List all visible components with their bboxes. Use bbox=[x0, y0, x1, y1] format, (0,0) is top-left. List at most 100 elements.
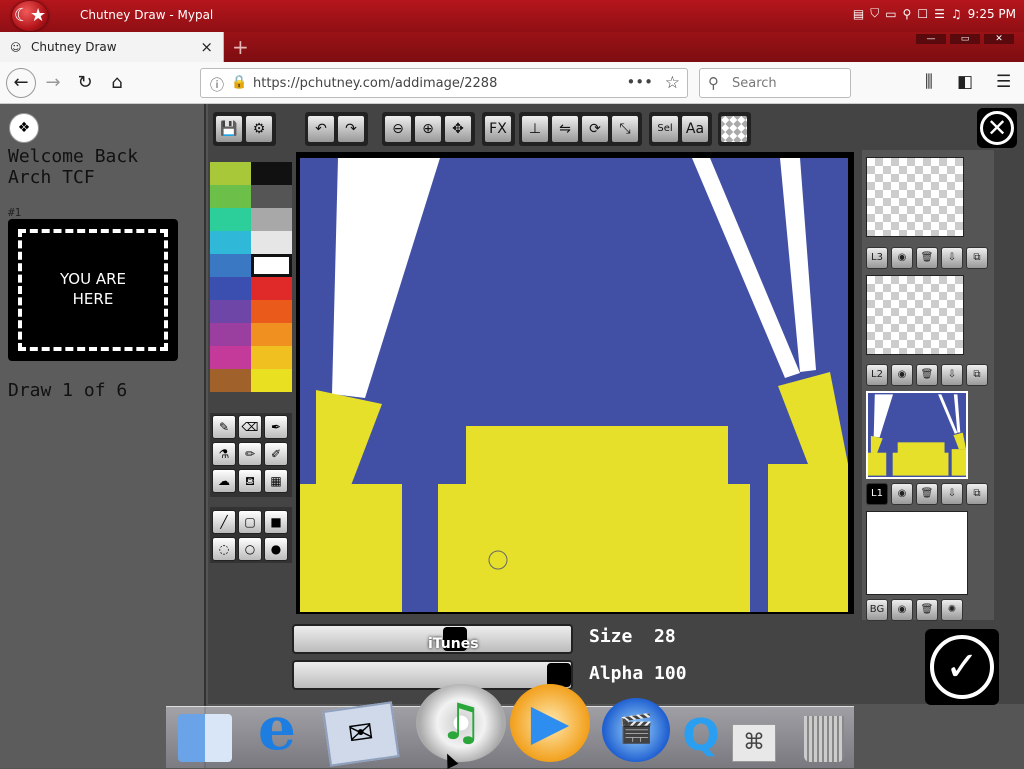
color-swatch[interactable] bbox=[251, 346, 292, 369]
new-tab-button[interactable]: + bbox=[232, 35, 249, 59]
delete-trash-icon[interactable]: 🗑 bbox=[916, 364, 938, 386]
redo-icon[interactable]: ↷ bbox=[337, 115, 365, 143]
layer-2-label[interactable]: L2 bbox=[866, 364, 888, 386]
color-swatch[interactable] bbox=[210, 369, 251, 392]
color-swatch[interactable] bbox=[251, 185, 292, 208]
layer-1-thumbnail[interactable] bbox=[866, 391, 968, 479]
menu-tray-icon[interactable]: ☰ bbox=[934, 7, 945, 21]
visibility-eye-icon[interactable]: ◉ bbox=[891, 247, 913, 269]
finder-icon[interactable] bbox=[178, 714, 232, 762]
merge-layer-icon[interactable]: ⧉ bbox=[966, 483, 988, 505]
submit-drawing-button[interactable]: ✓ bbox=[925, 629, 999, 705]
close-drawing-button[interactable]: ✕ bbox=[977, 108, 1017, 148]
dvd-player-icon[interactable]: 🎬 bbox=[602, 698, 670, 762]
color-swatch[interactable] bbox=[210, 162, 251, 185]
info-icon[interactable]: ⓘ bbox=[210, 75, 224, 95]
fill-bucket-icon[interactable]: ⛾ bbox=[238, 469, 262, 493]
color-swatch[interactable] bbox=[251, 369, 292, 392]
trash-icon[interactable] bbox=[804, 716, 844, 762]
color-swatch[interactable] bbox=[210, 300, 251, 323]
minimize-button[interactable]: — bbox=[916, 34, 946, 44]
visibility-eye-icon[interactable]: ◉ bbox=[891, 483, 913, 505]
page-actions-icon[interactable]: ••• bbox=[626, 73, 653, 91]
keyboard-icon[interactable]: ▤ bbox=[853, 7, 864, 21]
alpha-slider[interactable] bbox=[292, 660, 573, 690]
smudge-tool-icon[interactable]: ☁ bbox=[212, 469, 236, 493]
color-swatch[interactable] bbox=[210, 323, 251, 346]
settings-gear-icon[interactable]: ⚙ bbox=[245, 115, 273, 143]
color-swatch[interactable] bbox=[251, 231, 292, 254]
move-down-icon[interactable]: ⇩ bbox=[941, 483, 963, 505]
media-player-icon[interactable]: ▶ bbox=[510, 684, 590, 762]
color-swatch[interactable] bbox=[210, 346, 251, 369]
maximize-button[interactable]: ▭ bbox=[950, 34, 980, 44]
ellipse-fill-icon[interactable]: ● bbox=[264, 537, 288, 561]
search-input[interactable]: ⚲ Search bbox=[699, 68, 851, 98]
add-layer-icon[interactable]: ✺ bbox=[941, 599, 963, 621]
shield-icon[interactable]: ⛉ bbox=[870, 6, 879, 21]
background-layer-label[interactable]: BG bbox=[866, 599, 888, 621]
quicktime-icon[interactable]: Q bbox=[676, 712, 726, 762]
visibility-eye-icon[interactable]: ◉ bbox=[891, 364, 913, 386]
select-icon[interactable]: Sel bbox=[651, 115, 679, 143]
internet-explorer-icon[interactable]: e bbox=[242, 699, 312, 762]
undo-icon[interactable]: ↶ bbox=[307, 115, 335, 143]
url-text[interactable]: https://pchutney.com/addimage/2288 bbox=[253, 76, 497, 91]
brush-tool-icon[interactable]: ✎ bbox=[212, 415, 236, 439]
ellipse-outline-icon[interactable]: ○ bbox=[238, 537, 262, 561]
delete-trash-icon[interactable]: 🗑 bbox=[916, 599, 938, 621]
move-down-icon[interactable]: ⇩ bbox=[941, 247, 963, 269]
color-swatch[interactable] bbox=[210, 231, 251, 254]
drawing-canvas[interactable] bbox=[300, 158, 848, 612]
lock-icon[interactable]: 🔒 bbox=[231, 75, 247, 90]
eyedropper-tool-icon[interactable]: ⚗ bbox=[212, 442, 236, 466]
window-tray-icon[interactable]: ☐ bbox=[917, 7, 928, 21]
rect-fill-icon[interactable]: ■ bbox=[264, 510, 288, 534]
mail-icon[interactable]: ✉ bbox=[322, 701, 400, 767]
color-swatch[interactable] bbox=[251, 277, 292, 300]
tab-close-icon[interactable]: × bbox=[200, 38, 213, 56]
marker-tool-icon[interactable]: ✐ bbox=[264, 442, 288, 466]
flip-icon[interactable]: ⇋ bbox=[551, 115, 579, 143]
turkish-flag-icon[interactable]: ☾★ bbox=[12, 1, 48, 31]
pencil-tool-icon[interactable]: ✏ bbox=[238, 442, 262, 466]
rotate-icon[interactable]: ⟳ bbox=[581, 115, 609, 143]
eraser-tool-icon[interactable]: ⌫ bbox=[238, 415, 262, 439]
hamburger-menu-icon[interactable]: ☰ bbox=[996, 72, 1011, 92]
merge-layer-icon[interactable]: ⧉ bbox=[966, 247, 988, 269]
url-bar[interactable]: ⓘ 🔒 https://pchutney.com/addimage/2288 •… bbox=[200, 68, 688, 98]
zoom-out-icon[interactable]: ⊖ bbox=[384, 115, 412, 143]
layer-2-thumbnail[interactable] bbox=[866, 275, 964, 355]
itunes-icon[interactable]: ♫ bbox=[416, 684, 506, 762]
color-swatch[interactable] bbox=[251, 162, 292, 185]
background-layer-thumbnail[interactable] bbox=[866, 511, 968, 595]
pan-move-icon[interactable]: ✥ bbox=[444, 115, 472, 143]
system-preferences-icon[interactable]: ⌘ bbox=[732, 724, 776, 762]
save-icon[interactable]: 💾 bbox=[215, 115, 243, 143]
color-swatch[interactable] bbox=[251, 254, 292, 277]
text-tool-button[interactable]: Aa bbox=[681, 115, 709, 143]
color-swatch[interactable] bbox=[251, 323, 292, 346]
search-tray-icon[interactable]: ⚲ bbox=[903, 7, 912, 21]
zoom-in-icon[interactable]: ⊕ bbox=[414, 115, 442, 143]
rect-outline-icon[interactable]: ▢ bbox=[238, 510, 262, 534]
reload-icon[interactable]: ↻ bbox=[72, 70, 98, 96]
color-swatch[interactable] bbox=[210, 277, 251, 300]
battery-icon[interactable]: ▭ bbox=[885, 7, 896, 21]
color-swatch[interactable] bbox=[210, 254, 251, 277]
back-icon[interactable]: ← bbox=[6, 68, 36, 98]
close-window-button[interactable]: ✕ bbox=[984, 34, 1014, 44]
layer-1-label[interactable]: L1 bbox=[866, 483, 888, 505]
forward-icon[interactable]: → bbox=[40, 70, 66, 96]
color-swatch[interactable] bbox=[251, 300, 292, 323]
library-icon[interactable]: ⫼ bbox=[925, 72, 933, 92]
layer-3-thumbnail[interactable] bbox=[866, 157, 964, 237]
home-icon[interactable]: ⌂ bbox=[104, 70, 130, 96]
bookmark-star-icon[interactable]: ☆ bbox=[665, 73, 680, 93]
lasso-tool-icon[interactable]: ◌ bbox=[212, 537, 236, 561]
tab-chutney-draw[interactable]: ☺ Chutney Draw × bbox=[0, 32, 224, 62]
transparency-icon[interactable] bbox=[720, 115, 748, 143]
pattern-tool-icon[interactable]: ▦ bbox=[264, 469, 288, 493]
layer-3-label[interactable]: L3 bbox=[866, 247, 888, 269]
pen-tool-icon[interactable]: ✒ bbox=[264, 415, 288, 439]
